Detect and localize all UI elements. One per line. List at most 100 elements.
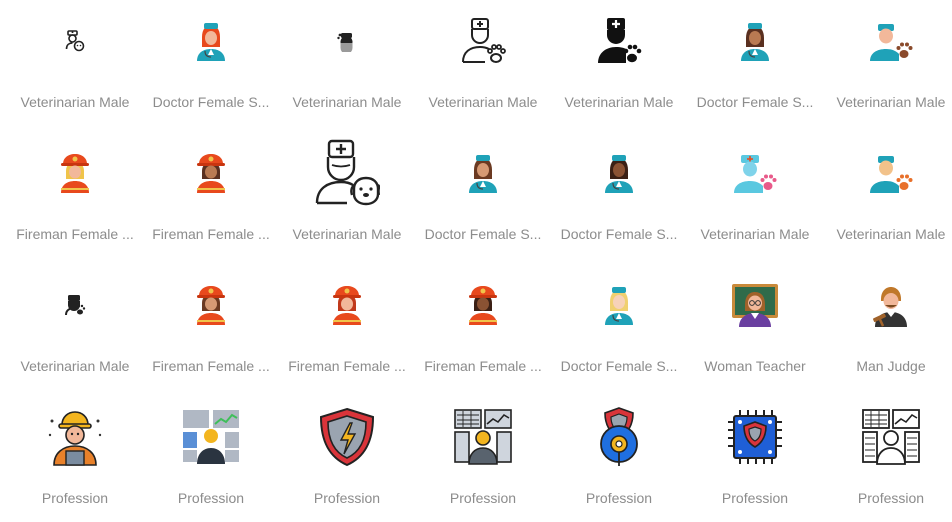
- icon-card[interactable]: Man Judge: [823, 258, 952, 390]
- icon-preview: [687, 258, 823, 352]
- icon-preview: [687, 0, 823, 88]
- icon-label: Doctor Female S...: [696, 94, 814, 110]
- icon-card[interactable]: Doctor Female S...: [551, 126, 687, 258]
- icon-label: Veterinarian Male: [292, 226, 402, 242]
- icon-card[interactable]: Doctor Female S...: [687, 0, 823, 126]
- icon-preview: [415, 126, 551, 220]
- icon-card[interactable]: Veterinarian Male: [551, 0, 687, 126]
- veterinarian-male-outline-icon: [462, 18, 506, 63]
- icon-label: Profession: [721, 490, 789, 506]
- icon-label: Man Judge: [856, 358, 926, 374]
- icon-label: Veterinarian Male: [428, 94, 538, 110]
- icon-label: Fireman Female ...: [424, 358, 542, 374]
- trader-dashboard-color-icon: [183, 410, 239, 464]
- veterinarian-male-glyph-small-icon: [337, 33, 353, 52]
- doctor-female-color-icon: [741, 23, 769, 61]
- doctor-female-color-icon: [605, 287, 633, 325]
- icon-preview: [415, 0, 551, 88]
- icon-label: Veterinarian Male: [836, 226, 946, 242]
- icon-preview: [7, 126, 143, 220]
- icon-preview: [279, 258, 415, 352]
- icon-label: Veterinarian Male: [700, 226, 810, 242]
- icon-preview: [143, 390, 279, 484]
- icon-card[interactable]: Fireman Female ...: [7, 126, 143, 258]
- doctor-female-color-icon: [469, 155, 497, 193]
- icon-card[interactable]: Fireman Female ...: [143, 126, 279, 258]
- icon-card[interactable]: Doctor Female S...: [415, 126, 551, 258]
- woman-teacher-icon: [732, 284, 778, 327]
- icon-preview: [415, 258, 551, 352]
- icon-card[interactable]: Doctor Female S...: [551, 258, 687, 390]
- icon-label: Profession: [177, 490, 245, 506]
- icon-preview: [823, 258, 952, 352]
- fireman-female-color-icon: [197, 154, 225, 193]
- veterinarian-male-solid-icon: [598, 18, 642, 63]
- icon-card[interactable]: Woman Teacher: [687, 258, 823, 390]
- fireman-female-color-icon: [61, 154, 89, 193]
- icon-label: Profession: [585, 490, 653, 506]
- icon-preview: [7, 390, 143, 484]
- icon-card[interactable]: Veterinarian Male: [7, 0, 143, 126]
- icon-card[interactable]: Veterinarian Male: [415, 0, 551, 126]
- icon-preview: [551, 126, 687, 220]
- icon-label: Doctor Female S...: [152, 94, 270, 110]
- fireman-female-color-icon: [469, 286, 497, 325]
- icon-label: Veterinarian Male: [836, 94, 946, 110]
- icon-label: Profession: [857, 490, 925, 506]
- veterinarian-male-glyph-small-icon: [65, 295, 86, 316]
- icon-card[interactable]: Profession: [415, 390, 551, 522]
- construction-worker-icon: [48, 411, 102, 466]
- icon-card[interactable]: Profession: [143, 390, 279, 522]
- icon-card[interactable]: Veterinarian Male: [279, 126, 415, 258]
- icon-card[interactable]: Fireman Female ...: [279, 258, 415, 390]
- icon-label: Fireman Female ...: [152, 358, 270, 374]
- icon-card[interactable]: Veterinarian Male: [279, 0, 415, 126]
- icon-label: Fireman Female ...: [152, 226, 270, 242]
- icon-card[interactable]: Veterinarian Male: [7, 258, 143, 390]
- icon-card[interactable]: Profession: [823, 390, 952, 522]
- icon-label: Veterinarian Male: [20, 94, 130, 110]
- icon-card[interactable]: Profession: [687, 390, 823, 522]
- doctor-female-color-icon: [197, 23, 225, 61]
- icon-preview: [143, 258, 279, 352]
- icon-preview: [279, 390, 415, 484]
- icon-card[interactable]: Profession: [551, 390, 687, 522]
- fireman-female-color-icon: [197, 286, 225, 325]
- icon-label: Profession: [41, 490, 109, 506]
- trader-dashboard-lineal-color-icon: [454, 409, 512, 465]
- icon-label: Veterinarian Male: [292, 94, 402, 110]
- icon-label: Veterinarian Male: [564, 94, 674, 110]
- icon-preview: [7, 258, 143, 352]
- icon-label: Doctor Female S...: [560, 226, 678, 242]
- icon-label: Woman Teacher: [704, 358, 806, 374]
- icon-label: Fireman Female ...: [16, 226, 134, 242]
- icon-preview: [551, 0, 687, 88]
- icon-preview: [143, 0, 279, 88]
- icon-card[interactable]: Veterinarian Male: [823, 0, 952, 126]
- icon-card[interactable]: Doctor Female S...: [143, 0, 279, 126]
- security-badge-location-icon: [600, 407, 638, 466]
- icon-preview: [143, 126, 279, 220]
- icon-card[interactable]: Veterinarian Male: [687, 126, 823, 258]
- icon-label: Profession: [449, 490, 517, 506]
- icon-card[interactable]: Profession: [7, 390, 143, 522]
- fireman-female-color-icon: [333, 286, 361, 325]
- veterinarian-male-color-icon: [870, 156, 913, 193]
- icon-preview: [823, 126, 952, 220]
- icon-label: Doctor Female S...: [560, 358, 678, 374]
- veterinarian-male-outline-large-icon: [315, 139, 380, 206]
- icon-label: Doctor Female S...: [424, 226, 542, 242]
- icon-label: Veterinarian Male: [20, 358, 130, 374]
- icon-card[interactable]: Veterinarian Male: [823, 126, 952, 258]
- icon-card[interactable]: Profession: [279, 390, 415, 522]
- security-shield-icon: [319, 407, 375, 467]
- icon-preview: [823, 390, 952, 484]
- man-judge-icon: [873, 287, 907, 327]
- icon-preview: [7, 0, 143, 88]
- icon-card[interactable]: Fireman Female ...: [415, 258, 551, 390]
- icon-preview: [279, 0, 415, 88]
- icon-card[interactable]: Fireman Female ...: [143, 258, 279, 390]
- trader-dashboard-outline-icon: [862, 409, 920, 465]
- icon-preview: [551, 390, 687, 484]
- icon-label: Profession: [313, 490, 381, 506]
